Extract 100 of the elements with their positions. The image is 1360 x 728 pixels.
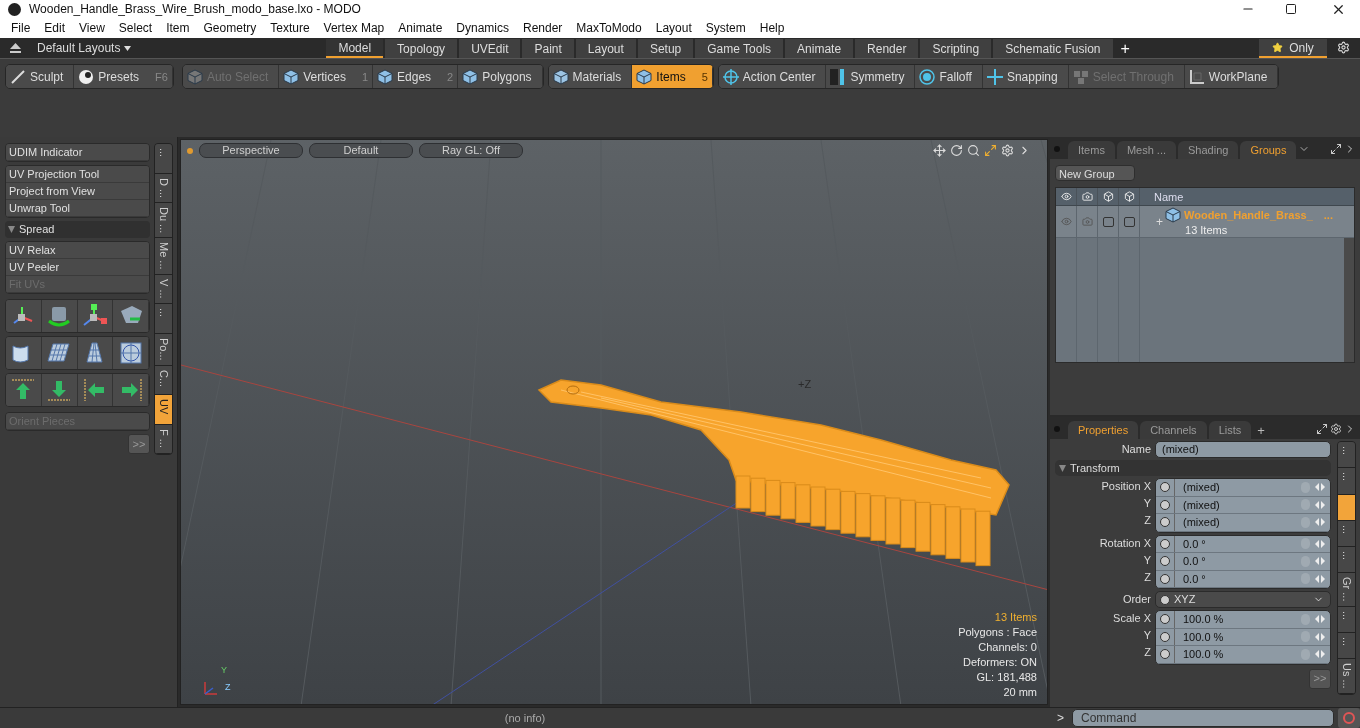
tool-button[interactable]: Materials [548, 65, 633, 89]
settings-icon[interactable] [1330, 423, 1342, 435]
menu-item[interactable]: Help [752, 19, 792, 38]
menu-item[interactable]: Geometry [196, 19, 264, 38]
toggle-box[interactable] [1102, 216, 1114, 227]
menu-item[interactable]: Layout [648, 19, 699, 38]
uv-tool-button[interactable] [6, 337, 42, 369]
viewport-option-button[interactable]: Default [309, 143, 413, 158]
section-header[interactable]: Spread [5, 221, 150, 238]
command-field[interactable]: Command [1072, 709, 1334, 727]
slider-arrows-icon[interactable] [1314, 482, 1326, 493]
layout-tab[interactable]: Layout [575, 39, 636, 59]
rotate-icon[interactable] [950, 144, 963, 157]
menu-item[interactable]: Select [111, 19, 160, 38]
property-value[interactable]: 100.0 % [1183, 628, 1301, 645]
menu-item[interactable]: File [4, 19, 38, 38]
vector-field[interactable]: 100.0 % 100.0 % 100.0 % [1155, 610, 1331, 665]
name-field[interactable]: (mixed) [1155, 441, 1331, 458]
panel-tab[interactable]: Groups [1240, 141, 1297, 159]
property-value[interactable]: (mixed) [1183, 479, 1301, 496]
order-dropdown[interactable]: XYZ [1155, 591, 1331, 608]
slider-arrows-icon[interactable] [1314, 614, 1326, 625]
layout-tab[interactable]: UVEdit [459, 39, 521, 59]
property-value[interactable]: 0.0 ° [1183, 553, 1301, 570]
tool-button[interactable]: UV Relax [6, 242, 149, 259]
tool-button[interactable]: Action Center [718, 65, 827, 89]
panel-tab[interactable]: Mesh ... [1116, 141, 1177, 159]
menu-item[interactable]: Dynamics [449, 19, 516, 38]
side-tab[interactable]: UV [155, 395, 172, 425]
side-tab[interactable]: C... [155, 365, 172, 395]
layout-tab[interactable]: Setup [637, 39, 694, 59]
pan-icon[interactable] [933, 144, 946, 157]
maximize-icon[interactable] [1330, 143, 1342, 155]
favorites-filter-toggle[interactable]: Only [1259, 39, 1327, 59]
side-tab[interactable]: Me ... [155, 238, 172, 275]
slider-arrows-icon[interactable] [1314, 556, 1326, 567]
cube-icon[interactable] [1102, 191, 1114, 202]
menu-item[interactable]: View [72, 19, 112, 38]
layout-tab[interactable]: Scripting [920, 39, 992, 59]
tool-button[interactable]: UV Projection Tool [6, 166, 149, 183]
uv-tool-button[interactable] [6, 300, 42, 332]
layout-tab[interactable]: Schematic Fusion [993, 39, 1113, 59]
zoom-icon[interactable] [967, 144, 980, 157]
new-group-button[interactable]: New Group [1055, 165, 1135, 181]
settings-icon[interactable] [1337, 41, 1350, 55]
panel-tab[interactable]: Lists [1208, 421, 1252, 439]
slider-arrows-icon[interactable] [1314, 538, 1326, 549]
panel-tab[interactable]: Channels [1140, 421, 1207, 439]
menu-item[interactable]: Texture [263, 19, 317, 38]
side-tab[interactable]: ... [1338, 547, 1355, 574]
layout-tab[interactable]: Topology [385, 39, 458, 59]
side-tab[interactable]: Gr ... [1338, 573, 1355, 607]
property-value[interactable]: 100.0 % [1183, 611, 1301, 628]
panel-tab[interactable]: Properties [1068, 421, 1139, 439]
menu-item[interactable]: Render [516, 19, 570, 38]
property-value[interactable]: 0.0 ° [1183, 570, 1301, 587]
maximize-icon[interactable] [1285, 3, 1297, 15]
menu-item[interactable]: System [698, 19, 753, 38]
side-tab[interactable]: D ... [155, 173, 172, 204]
side-tab[interactable]: ... [1338, 633, 1355, 660]
scrollbar[interactable] [1344, 238, 1354, 362]
viewport-option-button[interactable]: Perspective [199, 143, 303, 158]
slider-arrows-icon[interactable] [1314, 631, 1326, 642]
cube-icon[interactable] [1123, 191, 1135, 202]
property-value[interactable]: (mixed) [1183, 496, 1301, 513]
add-layout-button[interactable]: + [1114, 39, 1136, 59]
slider-arrows-icon[interactable] [1314, 649, 1326, 660]
collapse-arrow-icon[interactable] [10, 43, 21, 54]
side-tab[interactable]: Po... [155, 333, 172, 366]
tool-button[interactable]: UDIM Indicator [6, 144, 149, 161]
property-value[interactable]: 100.0 % [1183, 646, 1301, 663]
tool-button[interactable]: Sculpt [6, 65, 75, 89]
panel-tab[interactable]: Items [1068, 141, 1115, 159]
maximize-icon[interactable] [1316, 423, 1328, 435]
layout-tab[interactable]: Paint [522, 39, 574, 59]
slider-arrows-icon[interactable] [1314, 499, 1326, 510]
menu-item[interactable]: Item [159, 19, 197, 38]
side-tab[interactable]: ... [1338, 468, 1355, 495]
side-tab[interactable]: Du ... [155, 203, 172, 239]
side-tab[interactable]: ... [1338, 606, 1355, 634]
add-tab-button[interactable]: + [1253, 421, 1269, 439]
side-tab[interactable]: Us ... [1338, 659, 1355, 694]
property-value[interactable]: (mixed) [1183, 514, 1301, 531]
menu-item[interactable]: Edit [37, 19, 73, 38]
record-button[interactable] [1338, 708, 1360, 728]
group-row[interactable]: + Wooden_Handle_Brass_ ... 13 Items [1056, 206, 1354, 238]
toggle-box[interactable] [1123, 216, 1135, 227]
side-tab[interactable]: ... [155, 304, 172, 334]
slider-arrows-icon[interactable] [1314, 573, 1326, 584]
vector-field[interactable]: (mixed) (mixed) (mixed) [1155, 478, 1331, 533]
settings-icon[interactable] [1001, 144, 1014, 157]
side-tab[interactable]: ... [155, 144, 172, 174]
layout-tab[interactable]: Model [326, 39, 384, 59]
tool-button[interactable]: Items 5 [632, 65, 713, 89]
side-tab[interactable]: ... [1338, 442, 1355, 469]
panel-tab[interactable]: Shading [1178, 141, 1239, 159]
side-tab[interactable]: V ... [155, 274, 172, 305]
layout-tab[interactable]: Render [855, 39, 919, 59]
layout-preset-dropdown[interactable]: Default Layouts [37, 38, 132, 59]
layout-tab[interactable]: Animate [785, 39, 854, 59]
